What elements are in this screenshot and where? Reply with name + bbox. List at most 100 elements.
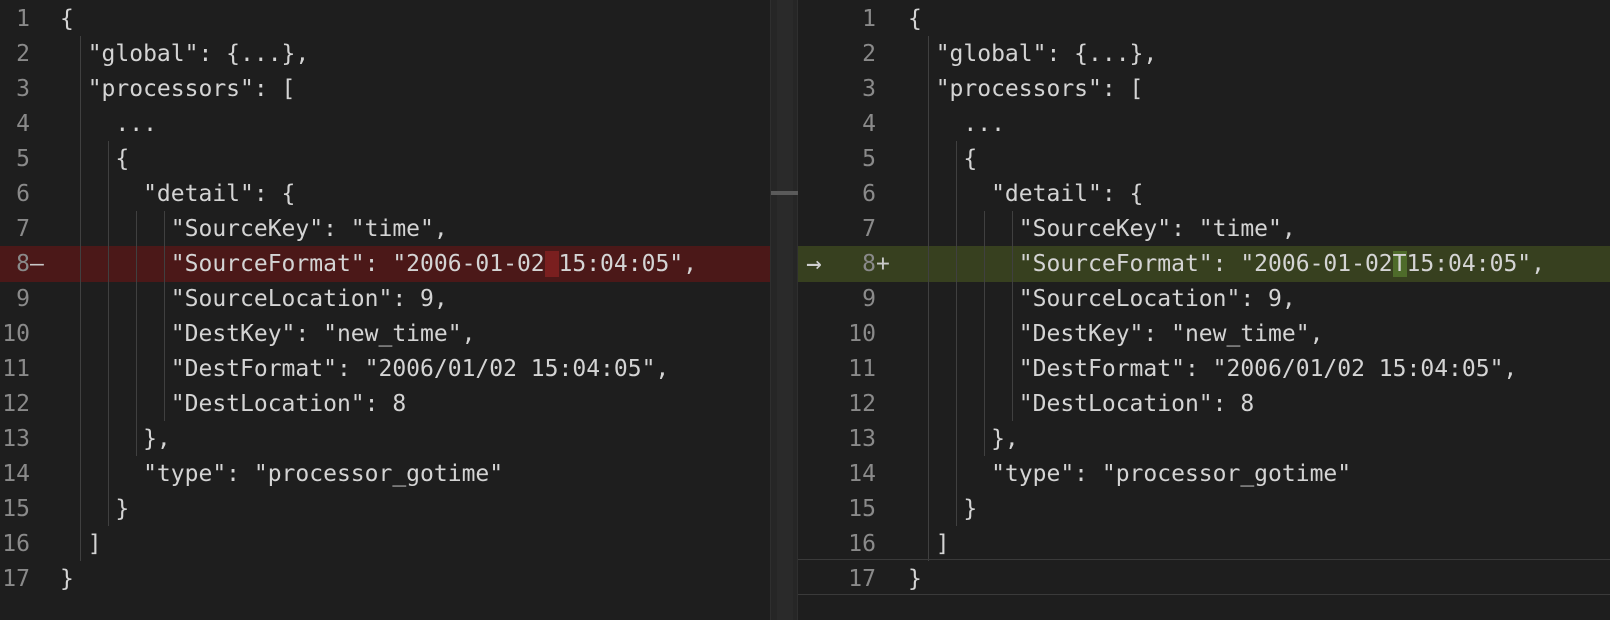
code-line[interactable]: 6 "detail": { [0,176,770,212]
code-text[interactable]: "SourceLocation": 9, [60,281,448,317]
line-number: 11 [848,356,876,382]
code-text-before-change: "SourceFormat": "2006-01-02 [60,251,545,277]
indent-guide [80,36,81,561]
code-line[interactable]: 11 "DestFormat": "2006/01/02 15:04:05", [798,351,1610,387]
code-text[interactable]: } [60,561,74,597]
code-line[interactable]: 7 "SourceKey": "time", [798,211,1610,247]
line-number: 3 [16,76,30,102]
line-number: 14 [2,461,30,487]
code-line[interactable]: 5 { [0,141,770,177]
code-text[interactable]: "SourceLocation": 9, [908,281,1296,317]
indent-guide [984,211,985,456]
code-text[interactable]: ... [60,106,157,142]
line-number: 5 [862,146,876,172]
scrollbar-thumb[interactable] [771,191,799,195]
code-line[interactable]: 17} [798,561,1610,597]
code-text[interactable]: "processors": [ [908,71,1144,107]
code-text[interactable]: "DestFormat": "2006/01/02 15:04:05", [60,351,670,387]
code-text[interactable]: "detail": { [908,176,1143,212]
code-line[interactable]: 15 } [798,491,1610,527]
line-number: 12 [848,391,876,417]
line-number: 16 [848,531,876,557]
code-text[interactable]: }, [60,421,171,457]
revert-arrow-icon[interactable]: → [806,246,822,282]
line-number: 3 [862,76,876,102]
code-line[interactable]: 7 "SourceKey": "time", [0,211,770,247]
code-line[interactable]: 13 }, [798,421,1610,457]
code-line[interactable]: 14 "type": "processor_gotime" [798,456,1610,492]
code-text-before-change: "SourceFormat": "2006-01-02 [908,251,1393,277]
code-text[interactable]: } [908,561,922,597]
code-text[interactable]: { [60,141,129,177]
inserted-line[interactable]: 8 + "SourceFormat": "2006-01-02T15:04:05"… [798,246,1610,282]
line-number: 17 [2,566,30,592]
code-line[interactable]: 4 ... [798,106,1610,142]
code-line[interactable]: 1{ [798,1,1610,37]
code-line[interactable]: 12 "DestLocation": 8 [0,386,770,422]
removed-marker: — [30,251,44,277]
code-line[interactable]: 5 { [798,141,1610,177]
line-number: 7 [862,216,876,242]
code-line[interactable]: 3 "processors": [ [798,71,1610,107]
code-text[interactable]: }, [908,421,1019,457]
code-text[interactable]: "type": "processor_gotime" [908,456,1351,492]
line-number: 9 [862,286,876,312]
code-text[interactable]: } [908,491,977,527]
line-number: 13 [848,426,876,452]
code-text[interactable]: "SourceFormat": "2006-01-02T15:04:05", [908,246,1545,282]
code-text[interactable]: "global": {...}, [60,36,310,72]
code-line[interactable]: 10 "DestKey": "new_time", [0,316,770,352]
deleted-line[interactable]: 8— "SourceFormat": "2006-01-02 15:04:05"… [0,246,770,282]
code-text[interactable]: "processors": [ [60,71,296,107]
code-line[interactable]: 9 "SourceLocation": 9, [0,281,770,317]
code-line[interactable]: 4 ... [0,106,770,142]
inserted-character: T [1392,251,1407,277]
code-text-after-change: 15:04:05", [558,251,697,277]
code-text[interactable]: "DestFormat": "2006/01/02 15:04:05", [908,351,1518,387]
code-text[interactable]: "SourceFormat": "2006-01-02 15:04:05", [60,246,697,282]
line-number: 12 [2,391,30,417]
code-text[interactable]: "SourceKey": "time", [908,211,1296,247]
code-line[interactable]: 16 ] [798,526,1610,562]
code-line[interactable]: 9 "SourceLocation": 9, [798,281,1610,317]
line-number: 9 [16,286,30,312]
overview-ruler[interactable] [777,0,793,620]
code-text[interactable]: "global": {...}, [908,36,1158,72]
code-line[interactable]: 10 "DestKey": "new_time", [798,316,1610,352]
code-line[interactable]: 14 "type": "processor_gotime" [0,456,770,492]
code-text[interactable]: "detail": { [60,176,295,212]
code-line[interactable]: 15 } [0,491,770,527]
code-line[interactable]: 17} [0,561,770,597]
code-text[interactable]: "type": "processor_gotime" [60,456,503,492]
modified-editor-pane[interactable]: 1{2 "global": {...}, 3 "processors": [4 .… [798,0,1610,620]
code-line[interactable]: 3 "processors": [ [0,71,770,107]
code-text[interactable]: "DestKey": "new_time", [60,316,476,352]
code-text[interactable]: "DestKey": "new_time", [908,316,1324,352]
code-text[interactable]: { [908,1,922,37]
code-text[interactable]: ... [908,106,1005,142]
code-text[interactable]: } [60,491,129,527]
code-line[interactable]: 13 }, [0,421,770,457]
code-line[interactable]: 2 "global": {...}, [798,36,1610,72]
indent-guide [1012,211,1013,421]
code-text[interactable]: { [908,141,977,177]
line-number: 2 [862,41,876,67]
line-number: 7 [16,216,30,242]
code-text[interactable]: "SourceKey": "time", [60,211,448,247]
indent-guide [164,211,165,421]
code-line[interactable]: 16 ] [0,526,770,562]
original-editor-pane[interactable]: 1{2 "global": {...}, 3 "processors": [4 .… [0,0,770,620]
code-line[interactable]: 12 "DestLocation": 8 [798,386,1610,422]
code-text[interactable]: "DestLocation": 8 [60,386,406,422]
code-text[interactable]: "DestLocation": 8 [908,386,1254,422]
line-number: 8 [862,251,876,277]
code-line[interactable]: 1{ [0,1,770,37]
line-number: 6 [862,181,876,207]
indent-guide [956,141,957,526]
code-line[interactable]: 11 "DestFormat": "2006/01/02 15:04:05", [0,351,770,387]
code-line[interactable]: 2 "global": {...}, [0,36,770,72]
code-text[interactable]: { [60,1,74,37]
code-line[interactable]: 6 "detail": { [798,176,1610,212]
line-number: 8 [16,251,30,277]
line-number: 1 [16,6,30,32]
